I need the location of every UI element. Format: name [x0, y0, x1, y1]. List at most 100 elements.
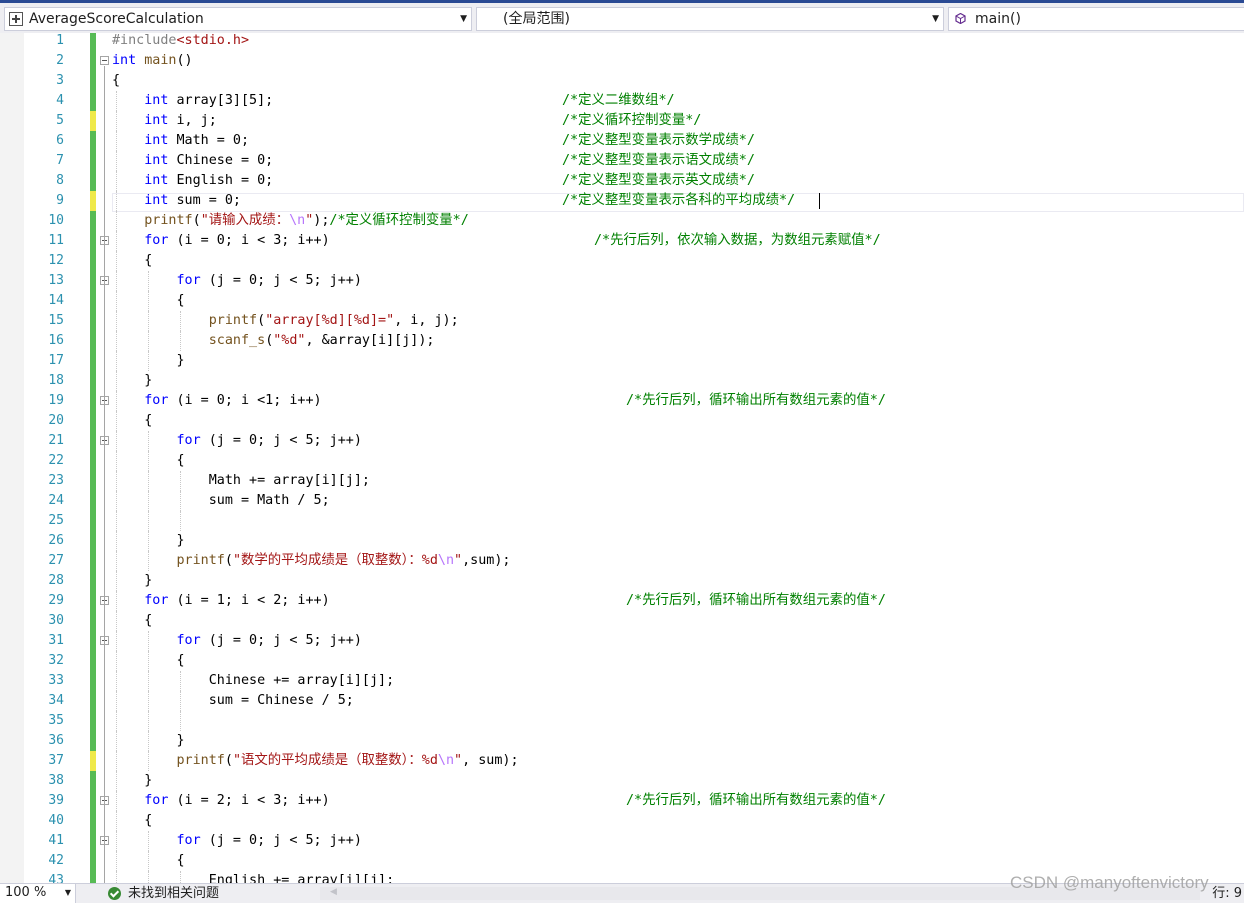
code-text[interactable]: { — [112, 411, 152, 431]
code-comment[interactable]: /*定义整型变量表示语文成绩*/ — [562, 151, 755, 171]
member-dropdown[interactable]: main() — [948, 7, 1244, 31]
code-line[interactable]: 5 int i, j; /*定义循环控制变量*/ — [0, 111, 1244, 131]
code-text[interactable]: printf("请输入成绩：\n");/*定义循环控制变量*/ — [112, 211, 469, 231]
code-line[interactable]: 18 } — [0, 371, 1244, 391]
code-comment[interactable]: /*先行后列，循环输出所有数组元素的值*/ — [626, 391, 886, 411]
code-line[interactable]: 24 sum = Math / 5; — [0, 491, 1244, 511]
code-line[interactable]: 2 int main() — [0, 51, 1244, 71]
code-text[interactable]: int main() — [112, 51, 193, 71]
code-line[interactable]: 38 } — [0, 771, 1244, 791]
scope-dropdown[interactable]: (全局范围) ▼ — [476, 7, 944, 31]
line-number: 29 — [48, 593, 64, 608]
code-text[interactable]: English += array[i][j]; — [112, 871, 394, 883]
code-line[interactable]: 23 Math += array[i][j]; — [0, 471, 1244, 491]
code-comment[interactable]: /*先行后列，依次输入数据，为数组元素赋值*/ — [594, 231, 881, 251]
code-comment[interactable]: /*先行后列，循环输出所有数组元素的值*/ — [626, 791, 886, 811]
code-text[interactable]: for (i = 0; i <1; i++) — [112, 391, 321, 411]
code-editor[interactable]: 1 #include<stdio.h> 2 int main() 3{4 int arr… — [0, 33, 1244, 883]
collapse-toggle-icon[interactable] — [100, 56, 109, 65]
code-line[interactable]: 11 for (i = 0; i < 3; i++) /*先行后列，依次输入数据，… — [0, 231, 1244, 251]
code-line[interactable]: 28 } — [0, 571, 1244, 591]
code-comment[interactable]: /*定义循环控制变量*/ — [562, 111, 701, 131]
change-marker — [90, 131, 96, 151]
change-marker — [90, 871, 96, 883]
code-text[interactable]: { — [112, 811, 152, 831]
code-line[interactable]: 29 for (i = 1; i < 2; i++) /*先行后列，循环输出所有数… — [0, 591, 1244, 611]
code-line[interactable]: 1 #include<stdio.h> — [0, 33, 1244, 51]
code-text[interactable]: Chinese += array[i][j]; — [112, 671, 394, 691]
code-text[interactable]: printf("语文的平均成绩是（取整数）：%d\n", sum); — [112, 751, 519, 771]
code-line[interactable]: 16 scanf_s("%d", &array[i][j]); — [0, 331, 1244, 351]
code-line[interactable]: 12 { — [0, 251, 1244, 271]
code-text[interactable]: for (i = 0; i < 3; i++) — [112, 231, 329, 251]
code-comment[interactable]: /*先行后列，循环输出所有数组元素的值*/ — [626, 591, 886, 611]
code-line[interactable]: 21 for (j = 0; j < 5; j++) — [0, 431, 1244, 451]
code-comment[interactable]: /*定义二维数组*/ — [562, 91, 675, 111]
code-line[interactable]: 33 Chinese += array[i][j]; — [0, 671, 1244, 691]
code-line[interactable]: 42 { — [0, 851, 1244, 871]
code-text[interactable]: printf("array[%d][%d]=", i, j); — [112, 311, 459, 331]
code-text[interactable]: { — [112, 71, 120, 91]
code-text[interactable]: int Chinese = 0; — [112, 151, 273, 171]
code-line[interactable]: 34 sum = Chinese / 5; — [0, 691, 1244, 711]
code-line[interactable]: 19 for (i = 0; i <1; i++) /*先行后列，循环输出所有数组… — [0, 391, 1244, 411]
code-line[interactable]: 14 { — [0, 291, 1244, 311]
code-text[interactable]: for (j = 0; j < 5; j++) — [112, 631, 362, 651]
code-line[interactable]: 25 — [0, 511, 1244, 531]
code-text[interactable]: } — [112, 571, 152, 591]
code-text[interactable]: for (j = 0; j < 5; j++) — [112, 271, 362, 291]
code-text[interactable]: scanf_s("%d", &array[i][j]); — [112, 331, 435, 351]
code-line[interactable]: 4 int array[3][5]; /*定义二维数组*/ — [0, 91, 1244, 111]
code-text[interactable]: int sum = 0; — [112, 191, 241, 211]
code-text[interactable]: Math += array[i][j]; — [112, 471, 370, 491]
code-text[interactable]: sum = Math / 5; — [112, 491, 330, 511]
code-comment[interactable]: /*定义整型变量表示各科的平均成绩*/ — [562, 191, 795, 211]
code-line[interactable]: 7 int Chinese = 0; /*定义整型变量表示语文成绩*/ — [0, 151, 1244, 171]
code-text[interactable]: } — [112, 371, 152, 391]
code-line[interactable]: 41 for (j = 0; j < 5; j++) — [0, 831, 1244, 851]
issues-status[interactable]: 未找到相关问题 — [128, 884, 219, 903]
code-text[interactable]: int Math = 0; — [112, 131, 249, 151]
code-line[interactable]: 8 int English = 0; /*定义整型变量表示英文成绩*/ — [0, 171, 1244, 191]
code-line[interactable]: 22 { — [0, 451, 1244, 471]
line-number: 27 — [48, 553, 64, 568]
code-line[interactable]: 26 } — [0, 531, 1244, 551]
code-text[interactable]: int English = 0; — [112, 171, 273, 191]
code-text[interactable]: } — [112, 771, 152, 791]
code-line[interactable]: 36 } — [0, 731, 1244, 751]
code-text[interactable]: int array[3][5]; — [112, 91, 273, 111]
code-line[interactable]: 6 int Math = 0; /*定义整型变量表示数学成绩*/ — [0, 131, 1244, 151]
code-line[interactable]: 10 printf("请输入成绩：\n");/*定义循环控制变量*/ — [0, 211, 1244, 231]
code-text[interactable]: printf("数学的平均成绩是（取整数）：%d\n",sum); — [112, 551, 511, 571]
indent-guide — [116, 111, 117, 131]
line-number: 40 — [48, 813, 64, 828]
code-line[interactable]: 30 { — [0, 611, 1244, 631]
code-text[interactable]: for (j = 0; j < 5; j++) — [112, 431, 362, 451]
project-dropdown[interactable]: AverageScoreCalculation ▼ — [4, 7, 472, 31]
code-text[interactable]: for (i = 2; i < 3; i++) — [112, 791, 329, 811]
code-text[interactable]: { — [112, 611, 152, 631]
code-line[interactable]: 9 int sum = 0; /*定义整型变量表示各科的平均成绩*/ — [0, 191, 1244, 211]
code-line[interactable]: 35 — [0, 711, 1244, 731]
code-line[interactable]: 3{ — [0, 71, 1244, 91]
indent-guide — [116, 431, 117, 451]
code-text[interactable]: for (i = 1; i < 2; i++) — [112, 591, 329, 611]
code-line[interactable]: 17 } — [0, 351, 1244, 371]
code-line[interactable]: 40 { — [0, 811, 1244, 831]
code-line[interactable]: 32 { — [0, 651, 1244, 671]
zoom-dropdown[interactable]: 100 % ▼ — [0, 884, 76, 903]
code-text[interactable]: #include<stdio.h> — [112, 33, 249, 51]
code-comment[interactable]: /*定义整型变量表示数学成绩*/ — [562, 131, 755, 151]
code-line[interactable]: 27 printf("数学的平均成绩是（取整数）：%d\n",sum); — [0, 551, 1244, 571]
code-line[interactable]: 37 printf("语文的平均成绩是（取整数）：%d\n", sum); — [0, 751, 1244, 771]
code-line[interactable]: 39 for (i = 2; i < 3; i++) /*先行后列，循环输出所有数… — [0, 791, 1244, 811]
scroll-left-icon[interactable]: ◀ — [330, 887, 337, 897]
code-line[interactable]: 13 for (j = 0; j < 5; j++) — [0, 271, 1244, 291]
code-text[interactable]: int i, j; — [112, 111, 217, 131]
code-line[interactable]: 31 for (j = 0; j < 5; j++) — [0, 631, 1244, 651]
code-line[interactable]: 15 printf("array[%d][%d]=", i, j); — [0, 311, 1244, 331]
code-text[interactable]: { — [112, 251, 152, 271]
code-comment[interactable]: /*定义整型变量表示英文成绩*/ — [562, 171, 755, 191]
code-text[interactable]: for (j = 0; j < 5; j++) — [112, 831, 362, 851]
code-line[interactable]: 20 { — [0, 411, 1244, 431]
